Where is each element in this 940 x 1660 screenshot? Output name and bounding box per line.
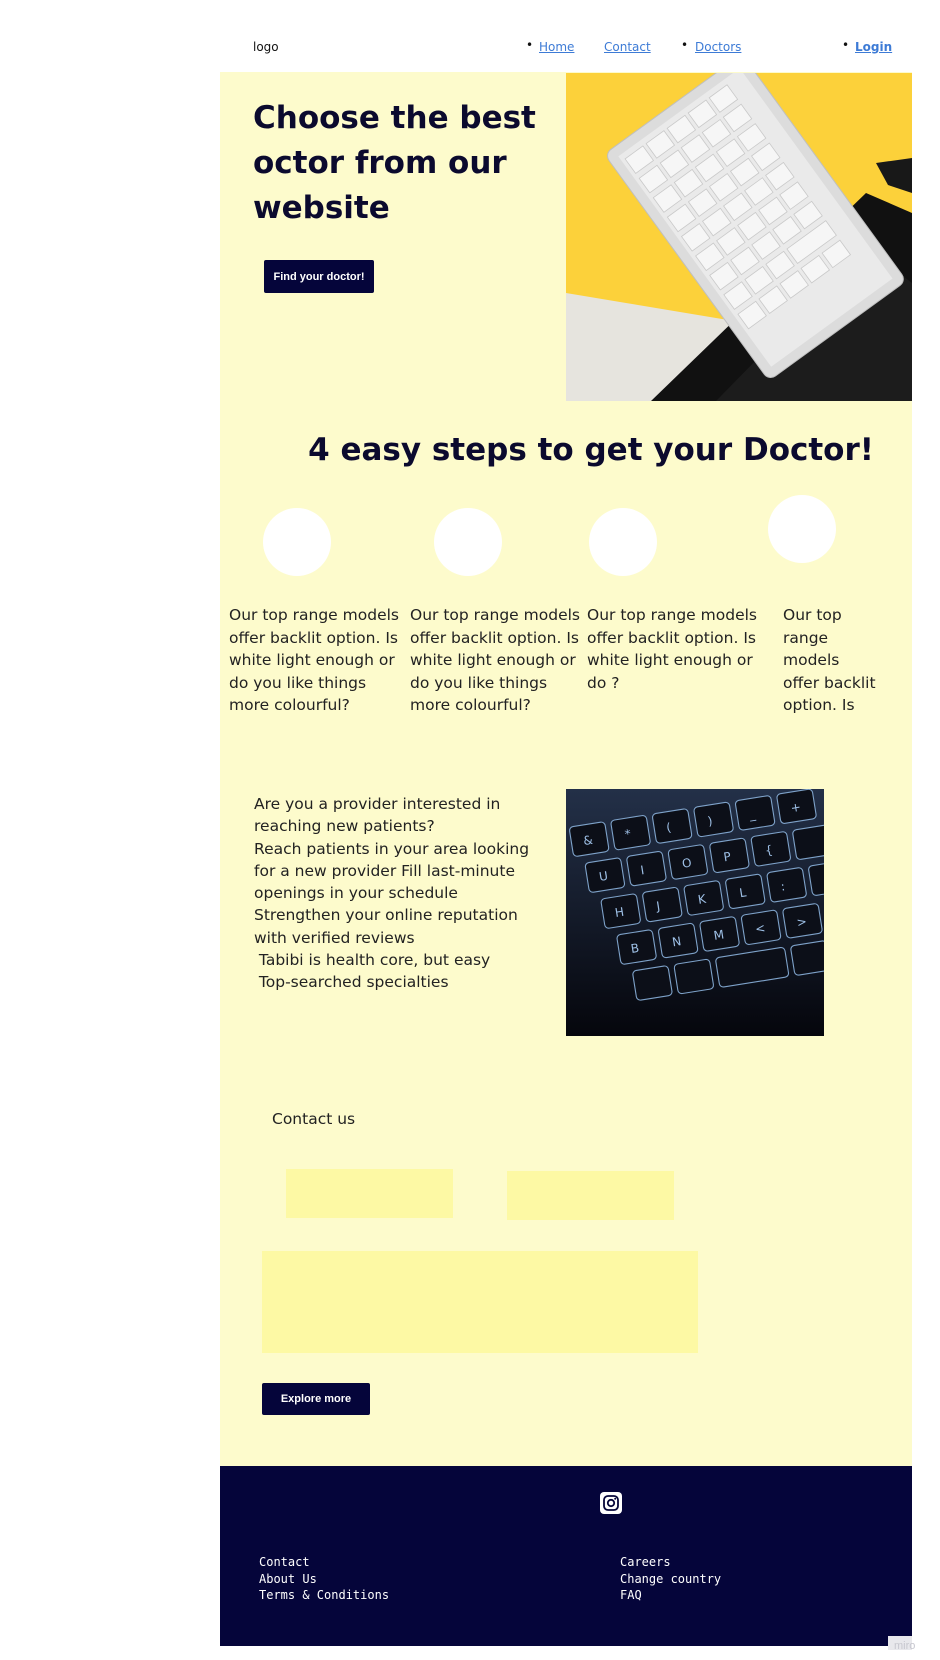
bullet-icon: • bbox=[842, 38, 850, 52]
footer-link-faq[interactable]: FAQ bbox=[620, 1587, 721, 1604]
message-field[interactable] bbox=[262, 1251, 698, 1353]
footer-link-change-country[interactable]: Change country bbox=[620, 1571, 721, 1588]
hero-title: Choose the best octor from our website bbox=[253, 100, 536, 226]
step-2-text: Our top range models offer backlit optio… bbox=[410, 606, 580, 714]
name-field[interactable] bbox=[286, 1169, 453, 1218]
find-doctor-button[interactable]: Find your doctor! bbox=[264, 260, 374, 293]
nav-contact-link[interactable]: Contact bbox=[604, 40, 651, 54]
nav-doctors-link[interactable]: Doctors bbox=[695, 40, 741, 54]
footer-link-careers[interactable]: Careers bbox=[620, 1554, 721, 1571]
contact-title: Contact us bbox=[272, 1110, 356, 1128]
bullet-icon: • bbox=[681, 38, 689, 52]
step-3-text: Our top range models offer backlit optio… bbox=[587, 606, 757, 692]
steps-title: 4 easy steps to get your Doctor! bbox=[308, 432, 874, 468]
step-1-circle bbox=[263, 508, 331, 576]
nav-home-link[interactable]: Home bbox=[539, 40, 574, 54]
bullet-icon: • bbox=[526, 38, 534, 52]
step-3-circle bbox=[589, 508, 657, 576]
step-1-text: Our top range models offer backlit optio… bbox=[229, 606, 399, 714]
footer-links-right: Careers Change country FAQ bbox=[620, 1554, 721, 1604]
email-field[interactable] bbox=[507, 1171, 674, 1220]
provider-text: Are you a provider interested in reachin… bbox=[254, 793, 544, 994]
provider-line: Reach patients in your area looking for … bbox=[254, 839, 530, 947]
provider-line: Are you a provider interested in reachin… bbox=[254, 795, 501, 836]
page: logo • Home Contact • Doctors • Login Ch… bbox=[220, 0, 912, 1646]
step-4-text: Our top range models offer backlit optio… bbox=[783, 606, 876, 714]
top-nav: logo • Home Contact • Doctors • Login bbox=[220, 30, 912, 72]
nav-login-link[interactable]: Login bbox=[855, 40, 892, 54]
watermark: miro bbox=[894, 1640, 916, 1652]
svg-text:M: M bbox=[713, 927, 725, 942]
footer-link-contact[interactable]: Contact bbox=[259, 1554, 389, 1571]
hero-keyboard-image bbox=[566, 73, 912, 401]
footer-link-terms[interactable]: Terms & Conditions bbox=[259, 1587, 389, 1604]
footer-link-about-us[interactable]: About Us bbox=[259, 1571, 389, 1588]
footer-links-left: Contact About Us Terms & Conditions bbox=[259, 1554, 389, 1604]
backlit-keyboard-image: & *() _ + U I O P{ HJKL: B N M < > bbox=[566, 789, 824, 1036]
step-4-circle bbox=[768, 495, 836, 563]
footer: Contact About Us Terms & Conditions Care… bbox=[220, 1466, 912, 1646]
logo: logo bbox=[253, 40, 279, 54]
explore-more-button[interactable]: Explore more bbox=[262, 1383, 370, 1415]
provider-line: Tabibi is health core, but easy bbox=[254, 951, 491, 970]
provider-line: Top-searched specialties bbox=[254, 973, 449, 992]
instagram-icon[interactable] bbox=[600, 1492, 622, 1514]
step-2-circle bbox=[434, 508, 502, 576]
